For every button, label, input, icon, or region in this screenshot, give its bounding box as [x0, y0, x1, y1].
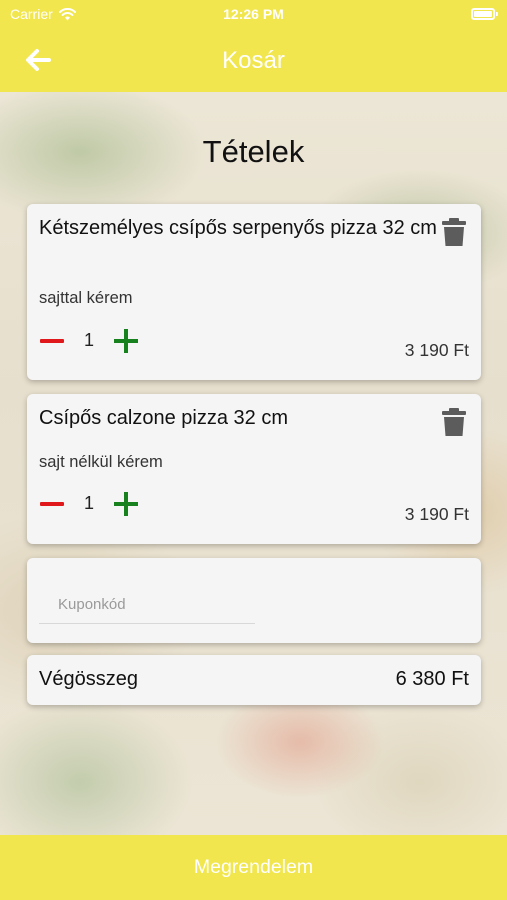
- quantity-value: 1: [83, 330, 94, 350]
- item-name: Kétszemélyes csípős serpenyős pizza 32 c…: [39, 217, 437, 239]
- battery-icon: [471, 8, 498, 20]
- total-card: Végösszeg 6 380 Ft: [27, 655, 481, 705]
- delete-item-button[interactable]: [441, 217, 467, 247]
- total-label: Végösszeg: [39, 668, 138, 690]
- item-price: 3 190 Ft: [404, 504, 469, 524]
- item-note: sajt nélkül kérem: [39, 453, 163, 471]
- trash-icon: [442, 218, 466, 246]
- decrease-quantity-button[interactable]: [39, 491, 65, 517]
- coupon-card: [27, 558, 481, 643]
- cart-content: Tételek Kétszemélyes csípős serpenyős pi…: [0, 92, 507, 835]
- total-value: 6 380 Ft: [395, 668, 469, 690]
- increase-quantity-button[interactable]: [113, 328, 139, 354]
- delete-item-button[interactable]: [441, 407, 467, 437]
- item-price: 3 190 Ft: [404, 340, 469, 360]
- order-button[interactable]: Megrendelem: [0, 835, 507, 900]
- cart-item: Kétszemélyes csípős serpenyős pizza 32 c…: [27, 204, 481, 380]
- cart-item: Csípős calzone pizza 32 cm sajt nélkül k…: [27, 394, 481, 544]
- section-title: Tételek: [202, 134, 305, 169]
- status-time: 12:26 PM: [223, 6, 284, 22]
- status-bar: Carrier 12:26 PM: [0, 0, 507, 30]
- item-name: Csípős calzone pizza 32 cm: [39, 407, 289, 429]
- nav-bar: Kosár: [0, 30, 507, 92]
- quantity-value: 1: [83, 493, 94, 513]
- minus-icon: [40, 339, 64, 343]
- increase-quantity-button[interactable]: [113, 491, 139, 517]
- decrease-quantity-button[interactable]: [39, 328, 65, 354]
- trash-icon: [442, 408, 466, 436]
- page-title: Kosár: [222, 47, 285, 74]
- item-note: sajttal kérem: [39, 289, 133, 307]
- coupon-input[interactable]: [39, 586, 255, 624]
- minus-icon: [40, 502, 64, 506]
